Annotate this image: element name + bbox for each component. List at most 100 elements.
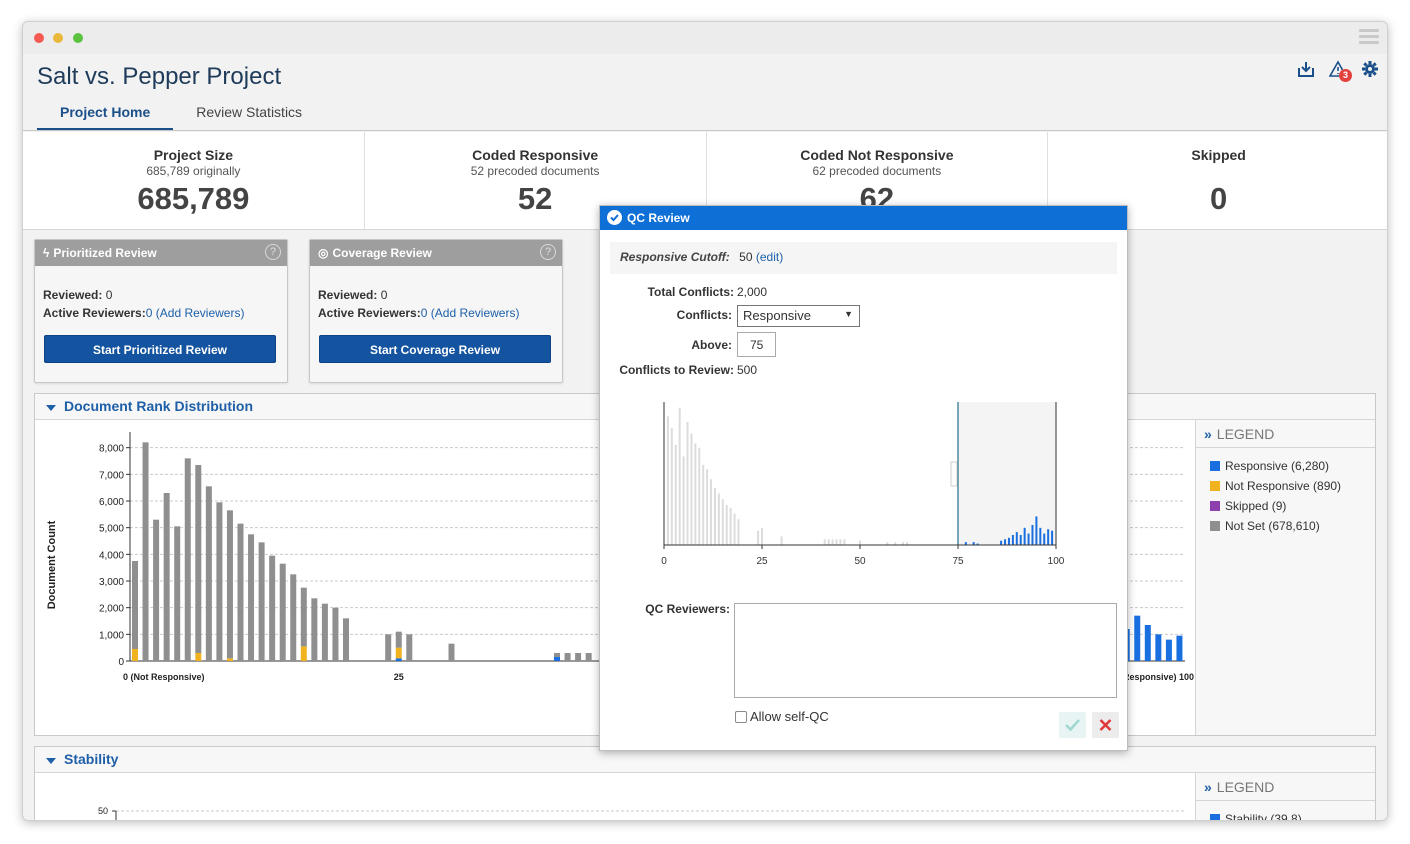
responsive-bar [1023,527,1026,545]
close-x-icon [1099,719,1112,731]
total-conflicts-value: 2,000 [737,285,768,299]
faded-bar [713,487,716,545]
start-prioritized-review-button[interactable]: Start Prioritized Review [44,335,276,363]
x-tick-label: 50 [854,556,866,567]
qc-review-dialog: QC Review Responsive Cutoff: 50 (edit) T… [599,205,1128,751]
help-icon[interactable]: ? [540,244,556,260]
bar-segment-not-set [406,634,413,661]
qc-conflict-chart[interactable]: 0 25 50 75 100 [650,394,1070,579]
faded-bar [690,433,693,545]
alert-count-badge: 3 [1339,69,1352,82]
faded-bar [710,479,713,545]
faded-bar [729,507,732,545]
active-reviewers-count[interactable]: 0 [146,306,153,320]
qc-reviewers-input[interactable] [734,603,1117,698]
dropdown-arrow-icon: ▼ [844,309,853,319]
tab-project-home[interactable]: Project Home [37,100,174,131]
active-reviewers-line: Active Reviewers:0 (Add Reviewers) [310,306,562,320]
expand-chevron-icon[interactable]: » [1204,779,1212,795]
close-window-button[interactable] [34,33,44,43]
bar-segment-not-set [448,643,455,661]
download-icon[interactable] [1297,60,1315,78]
cutoff-edit-link[interactable]: (edit) [756,250,783,264]
cancel-button[interactable] [1092,712,1119,738]
legend-header[interactable]: » LEGEND [1196,773,1375,801]
y-tick-label: 6,000 [99,497,124,508]
bar-segment-not-responsive [395,647,402,659]
stat-subtitle: 62 precoded documents [812,164,942,178]
settings-gear-icon[interactable] [1361,60,1379,78]
maximize-window-button[interactable] [73,33,83,43]
confirm-button[interactable] [1059,712,1086,738]
x-tick-label: 25 [756,556,768,567]
above-input[interactable]: 75 [737,332,776,357]
bar-segment-not-set [585,653,592,661]
y-tick-label: 2,000 [99,604,124,615]
checkbox-box[interactable] [735,711,747,723]
faded-bar [827,539,830,545]
bar-segment-not-set [205,486,212,661]
responsive-bar [1047,529,1050,545]
total-conflicts-label: Total Conflicts: [647,285,734,299]
faded-bar [835,539,838,545]
legend-item-responsive: Responsive (6,280) [1196,456,1375,476]
project-title: Salt vs. Pepper Project [37,63,282,90]
stat-subtitle [1048,164,1387,178]
responsive-bar [1043,533,1046,545]
bar-segment-responsive [395,658,402,661]
add-reviewers-link[interactable]: (Add Reviewers) [431,306,520,320]
title-bar [23,22,1387,54]
alert-icon[interactable]: 3 [1328,60,1352,82]
responsive-bar [1051,530,1054,545]
faded-bar [678,407,681,545]
help-icon[interactable]: ? [265,244,281,260]
prioritized-review-card: ϟ Prioritized Review ? Reviewed: 0 Active… [34,239,288,383]
collapse-triangle-icon[interactable] [46,405,56,411]
conflicts-select[interactable]: Responsive ▼ [737,305,860,327]
dialog-header: QC Review [600,206,1127,230]
menu-icon[interactable] [1359,29,1379,47]
stat-project-size: Project Size 685,789 originally 685,789 [23,132,365,229]
legend-swatch [1210,501,1220,511]
faded-bar [686,422,689,545]
active-reviewers-line: Active Reviewers:0 (Add Reviewers) [35,306,287,320]
rank-legend: » LEGEND Responsive (6,280) Not Responsiv… [1195,420,1375,735]
minimize-window-button[interactable] [53,33,63,43]
faded-bar [843,539,846,545]
active-reviewers-label: Active Reviewers: [318,306,421,320]
add-reviewers-link[interactable]: (Add Reviewers) [156,306,245,320]
y-tick-label: 4,000 [99,550,124,561]
bar-segment-not-set [195,465,202,653]
reviewed-line: Reviewed: 0 [35,288,287,302]
bar-segment-not-set [226,510,233,659]
legend-header[interactable]: » LEGEND [1196,420,1375,448]
conflicts-selected-value: Responsive [743,308,811,323]
faded-bar [823,539,826,545]
bar-segment-not-set [321,603,328,661]
responsive-bar [1015,532,1018,545]
y-axis-label: Document Count [46,520,58,609]
faded-bar [757,530,760,545]
allow-self-qc-checkbox[interactable]: Allow self-QC [735,709,829,724]
legend-swatch [1210,481,1220,491]
stat-title: Skipped [1191,147,1246,163]
stat-subtitle: 52 precoded documents [470,164,600,178]
above-label: Above: [691,338,732,352]
faded-bar [682,456,685,545]
reviewed-value: 0 [105,288,113,302]
reviewed-label: Reviewed: [318,288,378,302]
expand-chevron-icon[interactable]: » [1204,426,1212,442]
bar-segment-not-set [395,631,402,648]
legend-label: Not Set (678,610) [1225,519,1320,533]
stability-chart: 50 [98,806,1185,820]
x-tick-label: 75 [952,556,964,567]
bar-segment-not-responsive [300,646,307,661]
legend-item-not-responsive: Not Responsive (890) [1196,476,1375,496]
bar-segment-not-set [258,542,265,661]
cutoff-value: 50 [739,250,753,264]
tab-review-statistics[interactable]: Review Statistics [173,100,325,131]
faded-bar [670,427,673,545]
start-coverage-review-button[interactable]: Start Coverage Review [319,335,551,363]
active-reviewers-count[interactable]: 0 [421,306,428,320]
collapse-triangle-icon[interactable] [46,758,56,764]
